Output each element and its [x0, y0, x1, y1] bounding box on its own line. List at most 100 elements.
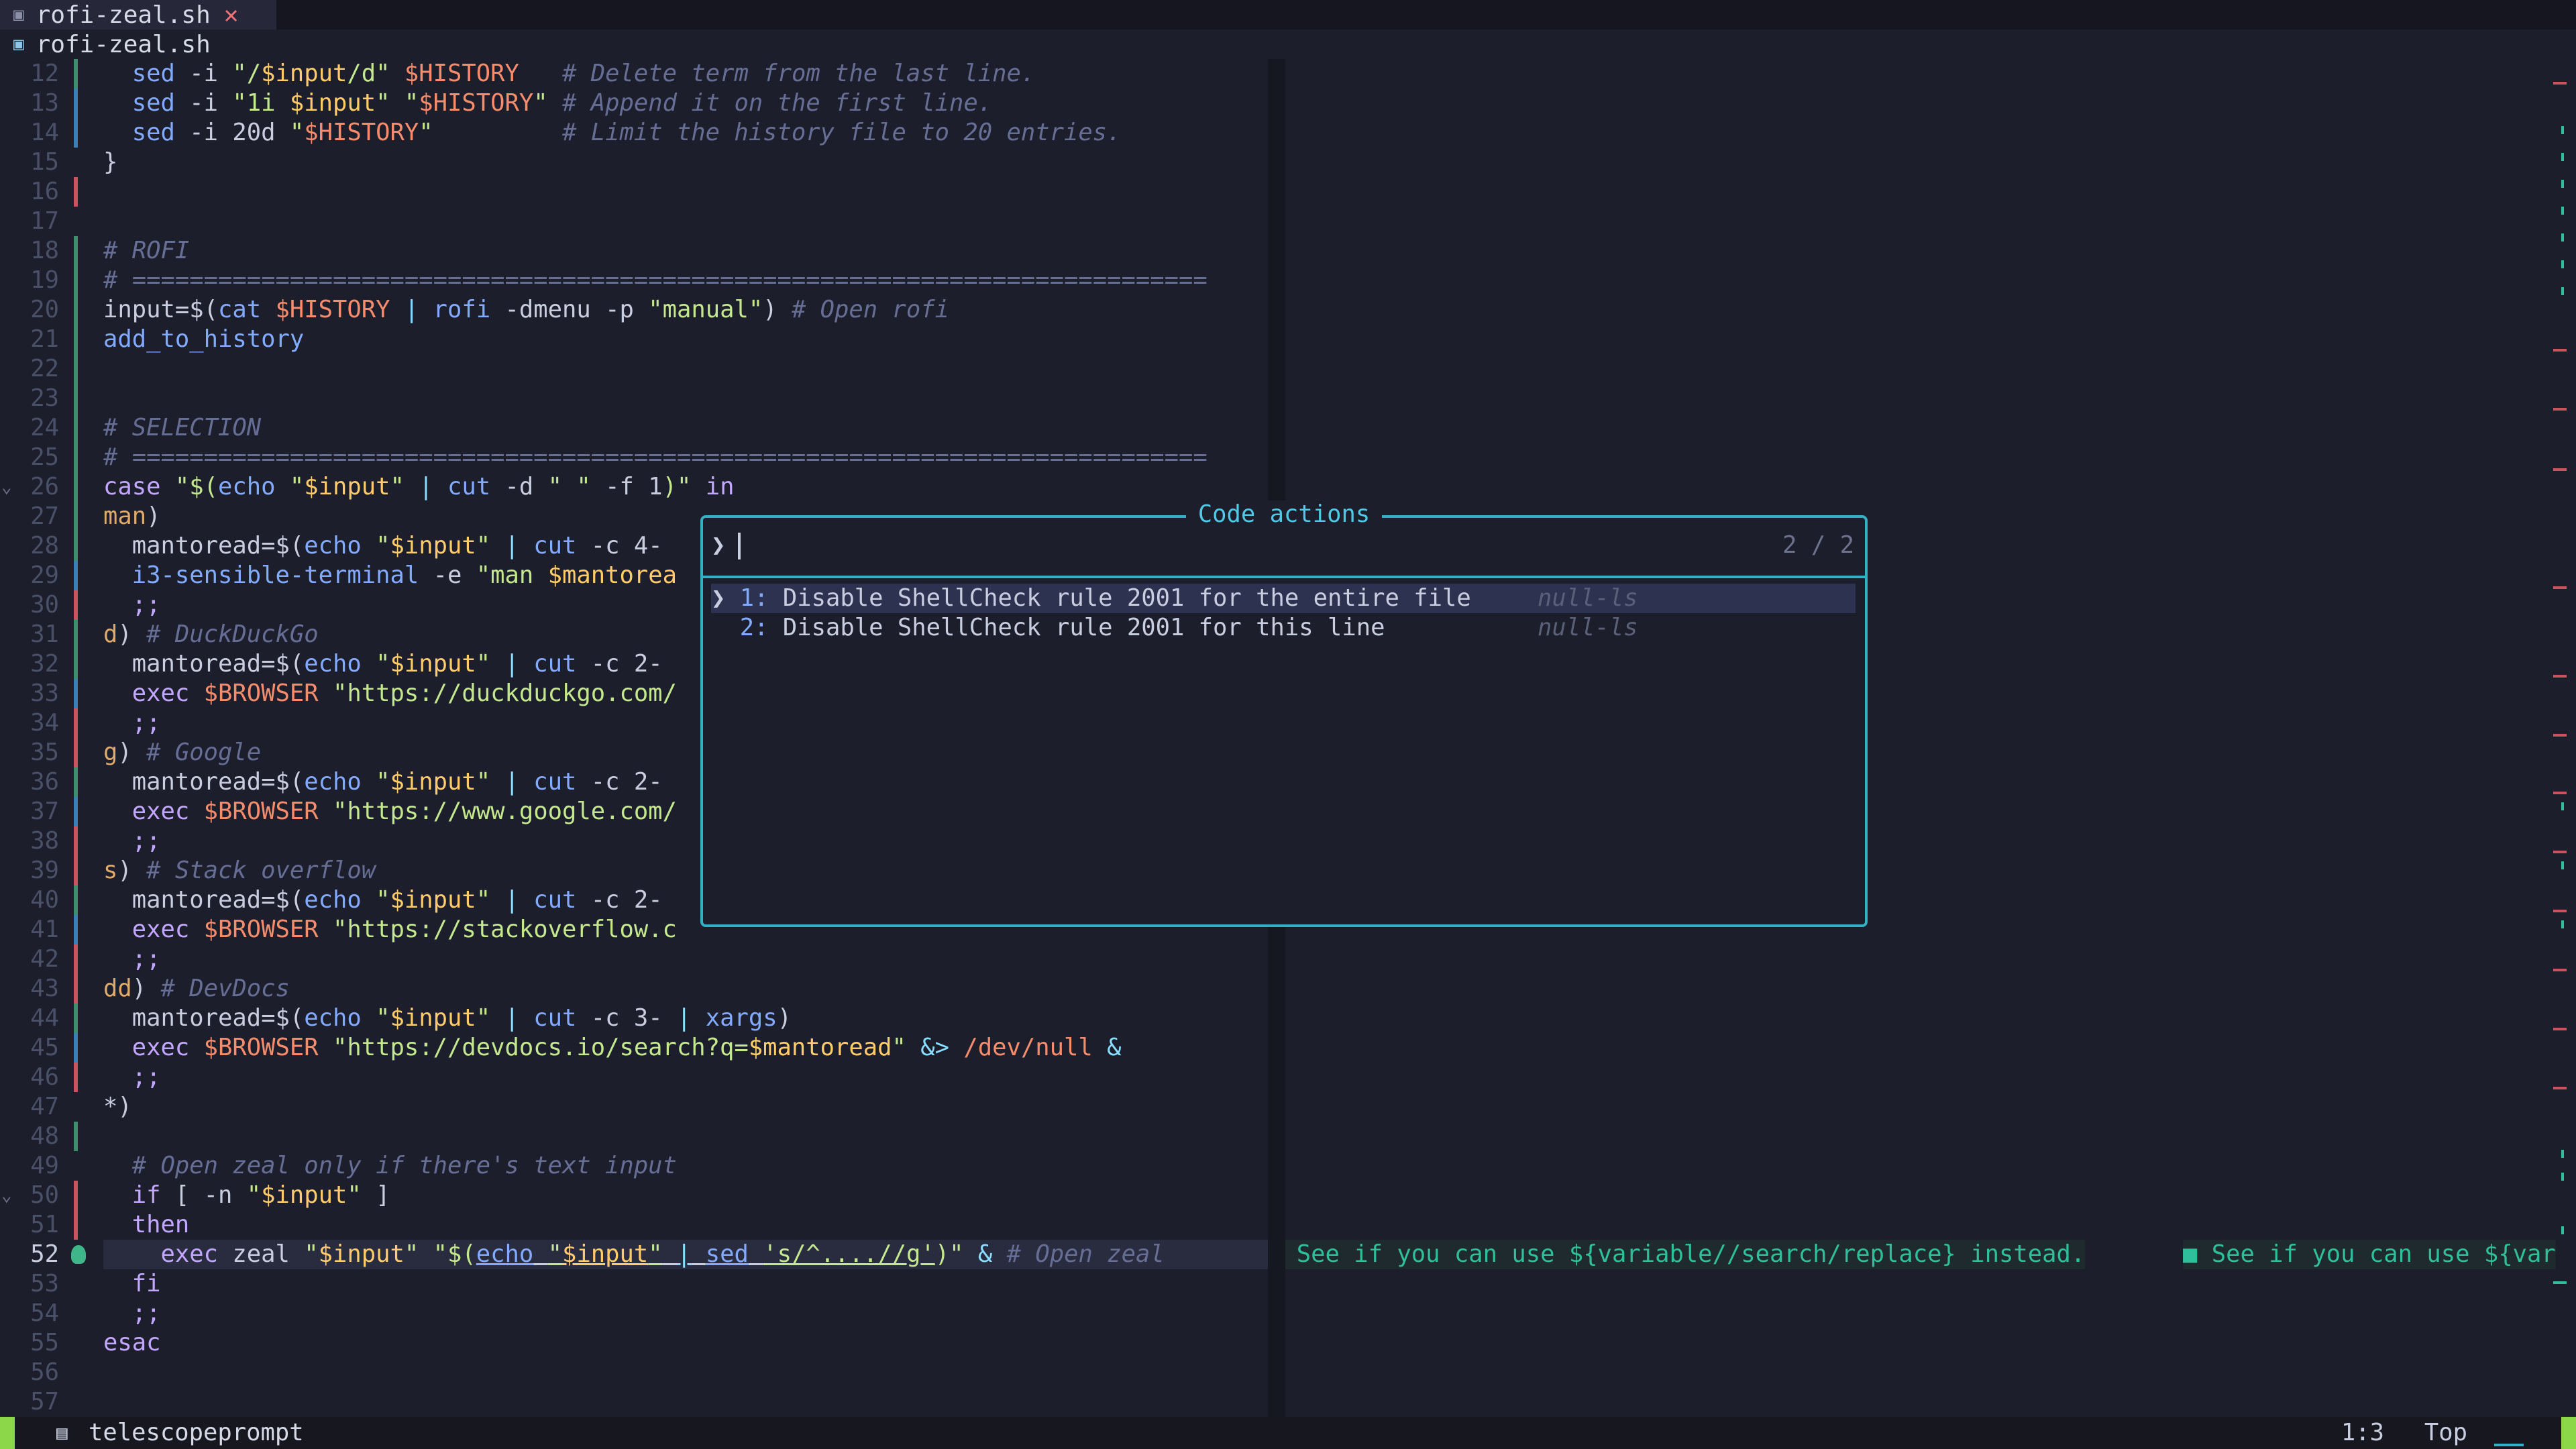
code-line[interactable]: 18 # ROFI — [0, 236, 2576, 266]
line-number: 15 — [30, 148, 59, 176]
scrollbar[interactable] — [2553, 59, 2567, 1417]
git-sign-del — [74, 1063, 78, 1092]
git-sign-del — [74, 945, 78, 974]
code-line[interactable]: 52 exec zeal "$input" "$(echo "$input" |… — [0, 1240, 2576, 1269]
code-line[interactable]: 45 exec $BROWSER "https://devdocs.io/sea… — [0, 1033, 2576, 1063]
tab-rofi-zeal[interactable]: ▣ rofi-zeal.sh ✕ — [0, 0, 276, 30]
scrollbar-hint-mark — [2561, 802, 2564, 810]
code-text: d) # DuckDuckGo — [103, 621, 319, 648]
code-line[interactable]: 21 add_to_history — [0, 325, 2576, 354]
code-line[interactable]: 54 ;; — [0, 1299, 2576, 1328]
scrollbar-error-mark — [2553, 1087, 2567, 1089]
code-line[interactable]: 22 — [0, 354, 2576, 384]
code-line[interactable]: 43 dd) # DevDocs — [0, 974, 2576, 1004]
code-text: sed -i "1i $input" "$HISTORY" # Append i… — [131, 89, 993, 117]
git-sign-add — [74, 325, 78, 354]
scrollbar-hint-mark — [2561, 1226, 2564, 1234]
code-text: dd) # DevDocs — [103, 975, 290, 1002]
code-line[interactable]: 19 # ====================================… — [0, 266, 2576, 295]
code-line[interactable]: 49 # Open zeal only if there's text inpu… — [0, 1151, 2576, 1181]
scrollbar-hint-mark — [2561, 207, 2564, 215]
code-action-source: null-ls — [1538, 584, 1638, 612]
code-line[interactable]: 12 sed -i "/$input/d" $HISTORY # Delete … — [0, 59, 2576, 89]
git-sign-add — [74, 472, 78, 502]
line-number: 24 — [30, 414, 59, 441]
code-action-label: Disable ShellCheck rule 2001 for this li… — [782, 614, 1385, 641]
scrollbar-hint-mark — [2561, 260, 2564, 268]
code-line[interactable]: 17 — [0, 207, 2576, 236]
code-text: add_to_history — [103, 325, 305, 353]
selection-caret-icon: ❯ — [711, 584, 740, 612]
code-line[interactable]: 20 input=$(cat $HISTORY | rofi -dmenu -p … — [0, 295, 2576, 325]
scrollbar-hint-mark — [2561, 1150, 2564, 1158]
code-line[interactable]: 16 — [0, 177, 2576, 207]
close-icon[interactable]: ✕ — [224, 1, 239, 29]
git-sign-mod — [74, 561, 78, 590]
file-icon: ▤ — [56, 1421, 68, 1444]
line-number: 55 — [30, 1329, 59, 1356]
line-number: 41 — [30, 916, 59, 943]
code-action-item[interactable]: ❯ 1: Disable ShellCheck rule 2001 for th… — [711, 584, 1856, 613]
code-line[interactable]: 46 ;; — [0, 1063, 2576, 1092]
scrollbar-error-mark — [2553, 851, 2567, 853]
code-line[interactable]: 47 *) — [0, 1092, 2576, 1122]
prompt-row[interactable]: ❯ 2 / 2 — [703, 518, 1865, 578]
code-text: s) # Stack overflow — [103, 857, 376, 884]
line-number: 19 — [30, 266, 59, 294]
code-text: mantoread=$(echo "$input" | cut -c 2- — [103, 768, 663, 796]
scrollbar-error-mark — [2553, 586, 2567, 589]
line-number: 43 — [30, 975, 59, 1002]
scrollbar-error-mark — [2553, 82, 2567, 85]
git-sign-add — [74, 413, 78, 443]
code-line[interactable]: ⌄ 50 if [ -n "$input" ] — [0, 1181, 2576, 1210]
code-text: fi — [131, 1270, 161, 1297]
code-line[interactable]: 56 — [0, 1358, 2576, 1387]
scrollbar-hint-mark — [2561, 233, 2564, 241]
line-number: 22 — [30, 355, 59, 382]
mode-indicator — [0, 1417, 15, 1449]
scrollbar-hint-mark — [2561, 1173, 2564, 1181]
code-action-item[interactable]: 2: Disable ShellCheck rule 2001 for this… — [711, 613, 1856, 643]
code-line[interactable]: 42 ;; — [0, 945, 2576, 974]
code-line[interactable]: 48 — [0, 1122, 2576, 1151]
mode-indicator-right — [2561, 1417, 2576, 1449]
code-text: g) # Google — [103, 739, 262, 766]
code-line[interactable]: 51 then — [0, 1210, 2576, 1240]
code-text: # SELECTION — [103, 414, 262, 441]
line-number: 57 — [30, 1388, 59, 1415]
scrollbar-error-mark — [2553, 1028, 2567, 1030]
git-sign-del — [74, 708, 78, 738]
code-text: # Open zeal only if there's text input — [131, 1152, 677, 1179]
code-line[interactable]: 23 — [0, 384, 2576, 413]
code-line[interactable]: 15} — [0, 148, 2576, 177]
filetype-label: telescopeprompt — [89, 1419, 304, 1446]
code-text: ;; — [131, 591, 161, 619]
code-line[interactable]: 24 # SELECTION — [0, 413, 2576, 443]
scrollbar-error-mark — [2553, 792, 2567, 794]
code-line[interactable]: 25 # ====================================… — [0, 443, 2576, 472]
scrollbar-position-mark — [2553, 1281, 2567, 1284]
git-sign-add — [74, 502, 78, 531]
code-line[interactable]: 53 fi — [0, 1269, 2576, 1299]
line-number: 26 — [30, 473, 59, 500]
code-line[interactable]: 14 sed -i 20d "$HISTORY" # Limit the his… — [0, 118, 2576, 148]
scrollbar-error-mark — [2553, 349, 2567, 352]
code-line[interactable]: 55 esac — [0, 1328, 2576, 1358]
git-sign-add — [74, 620, 78, 649]
git-sign-add — [74, 885, 78, 915]
scrollbar-error-mark — [2553, 734, 2567, 737]
terminal-file-icon: ▣ — [13, 34, 24, 54]
code-line[interactable]: 13 sed -i "1i $input" "$HISTORY" # Appen… — [0, 89, 2576, 118]
code-text: exec $BROWSER "https://devdocs.io/search… — [131, 1034, 1122, 1061]
code-text: i3-sensible-terminal -e "man $mantorea — [131, 561, 677, 589]
scrollbar-error-mark — [2553, 910, 2567, 912]
code-line[interactable]: ⌄ 26 case "$(echo "$input" | cut -d " " -f… — [0, 472, 2576, 502]
line-number: 35 — [30, 739, 59, 766]
git-sign-add — [74, 384, 78, 413]
line-number: 28 — [30, 532, 59, 559]
lightbulb-icon[interactable] — [71, 1245, 86, 1264]
code-line[interactable]: 44 mantoread=$(echo "$input" | cut -c 3-… — [0, 1004, 2576, 1033]
scroll-progress-bar — [2494, 1444, 2524, 1446]
code-line[interactable]: 57 — [0, 1387, 2576, 1417]
line-number: 25 — [30, 443, 59, 471]
